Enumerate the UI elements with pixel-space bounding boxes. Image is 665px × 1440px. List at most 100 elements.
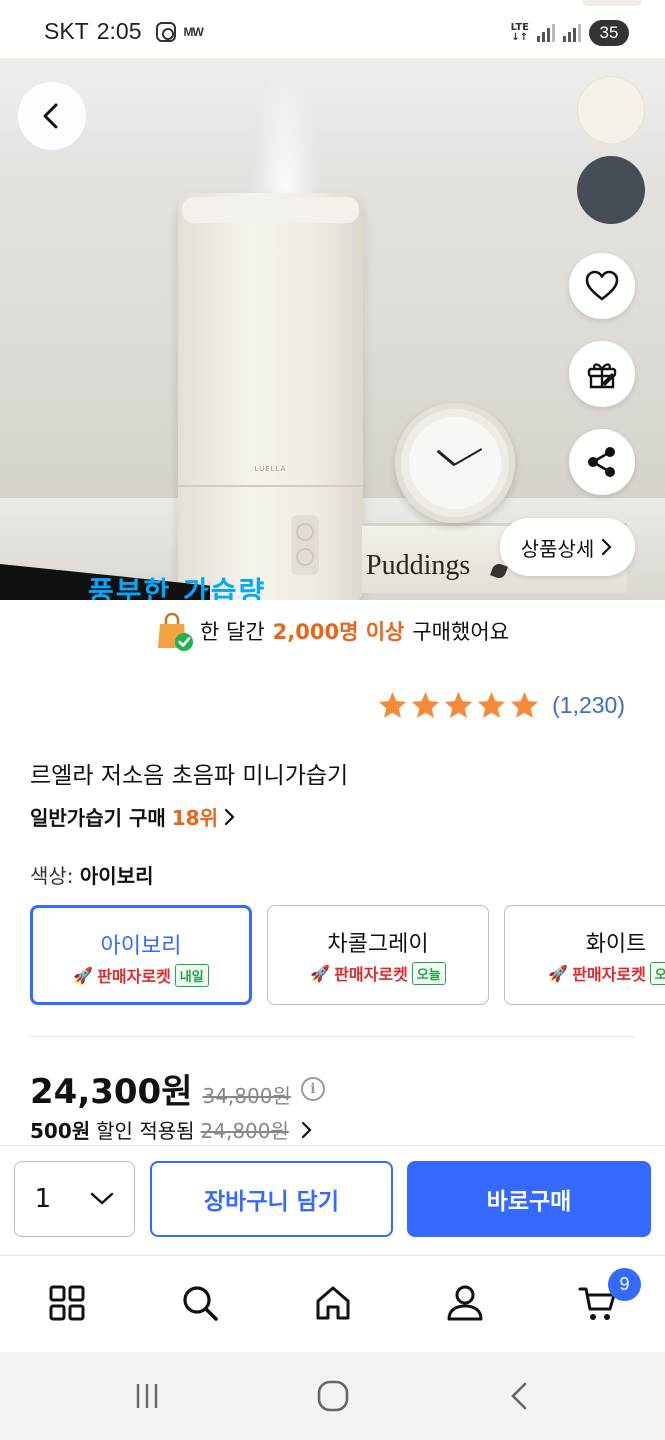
delivery-type: 판매자로켓 xyxy=(97,967,171,986)
color-option-white[interactable]: 화이트 🚀 판매자로켓 오늘 xyxy=(504,905,665,1005)
rank-position: 18위 xyxy=(171,806,218,830)
delivery-type: 판매자로켓 xyxy=(334,965,408,984)
purchase-count-notice: 한 달간 2,000명 이상 구매했어요 xyxy=(0,606,665,656)
back-button[interactable] xyxy=(18,82,86,150)
chevron-right-icon xyxy=(301,1121,312,1138)
discount-amount: 500원 xyxy=(30,1119,91,1143)
rocket-icon: 🚀 xyxy=(73,965,94,985)
category-icon xyxy=(49,1285,85,1321)
alarm-clock-prop xyxy=(395,403,515,523)
star-icon xyxy=(477,691,506,718)
quantity-select[interactable]: 1 xyxy=(14,1161,135,1237)
purchase-action-bar: 1 장바구니 담기 바로구매 xyxy=(0,1145,665,1253)
color-option-charcoal-gray[interactable]: 차콜그레이 🚀 판매자로켓 오늘 xyxy=(267,905,489,1005)
delivery-day-badge: 내일 xyxy=(174,963,209,987)
review-count[interactable]: (1,230) xyxy=(552,692,625,719)
signal-icon xyxy=(537,24,555,42)
mw-icon: MW xyxy=(183,24,204,39)
purchase-highlight: 2,000명 이상 xyxy=(272,620,405,644)
info-icon[interactable]: i xyxy=(300,1076,325,1101)
chevron-left-icon xyxy=(43,103,58,129)
battery-indicator: 35 xyxy=(589,20,629,46)
option-name: 아이보리 xyxy=(100,934,182,959)
gift-share-button[interactable] xyxy=(569,341,635,407)
product-detail-button[interactable]: 상품상세 xyxy=(500,518,635,576)
color-swatch-charcoal[interactable] xyxy=(577,156,645,224)
recent-apps-icon xyxy=(136,1384,158,1408)
system-back-button[interactable] xyxy=(500,1376,540,1416)
rank-category: 일반가습기 구매 xyxy=(30,806,166,830)
purchase-suffix: 구매했어요 xyxy=(412,620,509,644)
recent-apps-button[interactable] xyxy=(127,1376,167,1416)
chevron-right-icon xyxy=(224,808,235,825)
star-icon xyxy=(510,691,539,718)
star-icon xyxy=(444,691,473,718)
color-option-ivory[interactable]: 아이보리 🚀 판매자로켓 내일 xyxy=(30,905,252,1005)
humidifier-photo: LUELLA xyxy=(178,193,363,600)
product-rating[interactable]: (1,230) xyxy=(377,690,625,721)
seller-rocket-row: 🚀 판매자로켓 내일 xyxy=(33,963,249,987)
seller-rocket-row: 🚀 판매자로켓 오늘 xyxy=(505,961,665,985)
wishlist-button[interactable] xyxy=(569,253,635,319)
shopping-bag-check-icon xyxy=(156,612,194,651)
back-icon xyxy=(511,1382,527,1410)
delivery-type: 판매자로켓 xyxy=(572,965,646,984)
option-name: 화이트 xyxy=(585,932,647,957)
signal-icon-2 xyxy=(563,24,581,42)
network-label: LTE xyxy=(510,22,529,33)
chevron-down-icon xyxy=(91,1192,114,1205)
system-home-button[interactable] xyxy=(313,1376,353,1416)
search-tab[interactable] xyxy=(175,1278,225,1328)
status-bar: SKT 2:05 MW LTE ↓↑ 35 xyxy=(0,0,665,60)
buy-now-button[interactable]: 바로구매 xyxy=(407,1161,651,1237)
discount-text: 할인 적용됨 xyxy=(96,1119,195,1143)
banner-text: 풍부한 가습량 xyxy=(88,575,267,601)
product-detail-label: 상품상세 xyxy=(520,536,595,561)
power-button-graphic xyxy=(296,523,314,541)
lte-icon: LTE ↓↑ xyxy=(510,22,529,43)
clock-time: 2:05 xyxy=(96,18,142,44)
star-icon xyxy=(378,691,407,718)
status-left: SKT 2:05 MW xyxy=(44,18,204,45)
quantity-value: 1 xyxy=(34,1184,52,1214)
share-button[interactable] xyxy=(569,429,635,495)
wall-backdrop xyxy=(0,58,665,158)
product-title: 르엘라 저소음 초음파 미니가습기 xyxy=(30,763,349,789)
bottom-tab-bar xyxy=(0,1255,665,1351)
category-rank-link[interactable]: 일반가습기 구매 18위 xyxy=(30,802,236,831)
color-swatch-ivory[interactable] xyxy=(577,76,645,144)
home-circle-icon xyxy=(317,1380,349,1412)
humidifier-lid xyxy=(182,197,359,223)
discount-base-price: 24,800원 xyxy=(200,1119,289,1143)
section-divider xyxy=(30,1036,635,1037)
rocket-icon: 🚀 xyxy=(310,963,331,983)
discount-row[interactable]: 500원 할인 적용됨 24,800원 xyxy=(30,1115,313,1144)
home-tab[interactable] xyxy=(308,1278,358,1328)
color-option-label: 색상: 아이보리 xyxy=(30,860,154,889)
my-account-tab[interactable] xyxy=(440,1278,490,1328)
option-label-prefix: 색상: xyxy=(30,864,74,888)
option-name: 차콜그레이 xyxy=(327,932,429,957)
my-account-icon xyxy=(447,1285,483,1321)
gift-rocket-icon xyxy=(587,363,617,389)
category-tab[interactable] xyxy=(42,1278,92,1328)
delivery-day-badge: 오늘 xyxy=(649,961,665,985)
sale-price: 24,300원 xyxy=(30,1072,193,1112)
home-icon xyxy=(316,1286,350,1320)
add-to-cart-button[interactable]: 장바구니 담기 xyxy=(150,1161,393,1237)
cart-count-badge: 9 xyxy=(608,1268,641,1301)
swatch-partial[interactable] xyxy=(582,0,642,6)
carrier-label: SKT xyxy=(44,18,89,44)
price-row: 24,300원 34,800원 i xyxy=(30,1064,325,1113)
star-icon xyxy=(411,691,440,718)
purchase-prefix: 한 달간 xyxy=(200,620,265,644)
option-selected-value: 아이보리 xyxy=(79,864,154,888)
android-navigation-bar xyxy=(0,1352,665,1440)
brand-mark: LUELLA xyxy=(254,465,287,473)
rocket-icon: 🚀 xyxy=(548,963,569,983)
share-icon xyxy=(588,447,615,477)
humidifier-seam xyxy=(178,485,363,487)
search-icon xyxy=(183,1286,218,1321)
instagram-icon xyxy=(155,21,176,42)
heart-icon xyxy=(585,270,619,301)
